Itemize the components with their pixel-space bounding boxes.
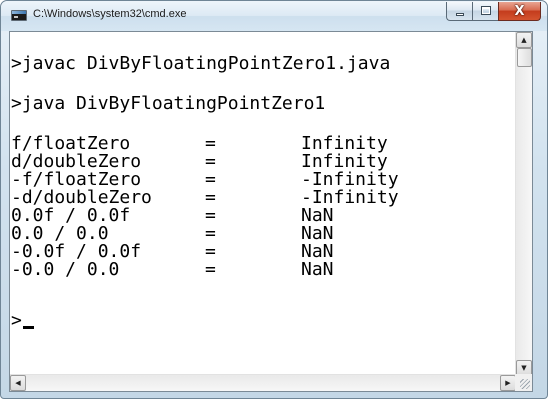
result-equals: = [205,259,216,280]
command-line-javac: >javac DivByFloatingPointZero1.java [11,53,391,74]
cmd-icon[interactable] [11,10,27,21]
window-title: C:\Windows\system32\cmd.exe [33,8,187,20]
minimize-button[interactable] [446,2,472,21]
close-icon: X [514,3,525,19]
command-line-java: >java DivByFloatingPointZero1 [11,93,326,114]
console-output[interactable]: >javac DivByFloatingPointZero1.java >jav… [11,32,516,376]
minimize-icon [456,13,464,16]
resize-grip-icon[interactable] [515,374,532,391]
console-window: C:\Windows\system32\cmd.exe X >javac Div… [0,0,548,399]
vertical-scroll-thumb[interactable] [517,48,532,67]
close-button[interactable]: X [498,2,541,21]
scroll-up-icon[interactable]: ▲ [516,32,532,48]
maximize-icon [481,6,491,15]
text-cursor [22,326,34,329]
result-value: NaN [301,259,334,280]
scroll-left-icon[interactable]: ◀ [10,375,26,391]
prompt-line[interactable]: > [11,312,34,330]
title-bar[interactable]: C:\Windows\system32\cmd.exe X [1,1,547,31]
maximize-button[interactable] [472,2,498,21]
result-expr: -0.0 / 0.0 [11,259,120,280]
horizontal-scrollbar[interactable]: ◀ ▶ [10,374,516,391]
caption-buttons: X [446,2,541,22]
vertical-scrollbar[interactable]: ▲ ▼ [515,32,532,376]
result-row: -0.0 / 0.0 [11,261,119,279]
prompt: > [11,310,22,331]
scroll-right-icon[interactable]: ▶ [500,375,516,391]
console-area[interactable]: >javac DivByFloatingPointZero1.java >jav… [9,31,533,392]
